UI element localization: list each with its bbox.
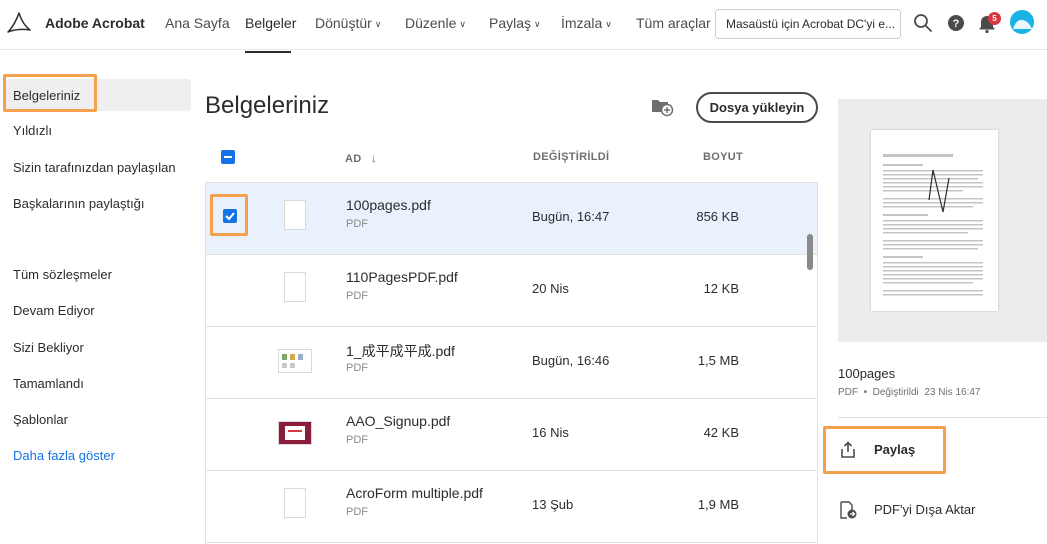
table-row[interactable]: AcroForm multiple.pdf PDF 13 Şub 1,9 MB (206, 471, 817, 543)
file-size: 12 KB (703, 281, 739, 296)
adobe-acrobat-logo-icon[interactable] (6, 10, 32, 36)
table-row[interactable]: AAO_Signup.pdf PDF 16 Nis 42 KB (206, 399, 817, 471)
sidebar-item-all-agreements[interactable]: Tüm sözleşmeler (13, 267, 112, 282)
sidebar-item-shared-by-others[interactable]: Başkalarının paylaştığı (13, 196, 145, 211)
file-modified: 20 Nis (532, 281, 569, 296)
file-name[interactable]: 110PagesPDF.pdf (346, 269, 458, 285)
help-icon[interactable]: ? (945, 12, 967, 34)
file-type: PDF (346, 362, 368, 374)
checkbox-highlight-box (210, 194, 248, 236)
avatar[interactable] (1010, 10, 1034, 34)
export-pdf-action-label: PDF'yi Dışa Aktar (874, 502, 976, 517)
file-type: PDF (346, 506, 368, 518)
nav-documents[interactable]: Belgeler (245, 15, 296, 31)
file-size: 856 KB (696, 209, 739, 224)
file-name[interactable]: AcroForm multiple.pdf (346, 485, 483, 501)
file-thumbnail (284, 488, 306, 518)
file-name[interactable]: 1_成平成平成.pdf (346, 341, 455, 361)
file-thumbnail (284, 200, 306, 230)
column-header-name[interactable]: AD ↓ (345, 151, 377, 165)
selected-document-meta: PDF • Değiştirildi 23 Nis 16:47 (838, 387, 981, 398)
file-type: PDF (346, 218, 368, 230)
column-header-size[interactable]: BOYUT (703, 151, 743, 163)
nav-share[interactable]: Paylaş ∨ (489, 15, 541, 31)
file-size: 42 KB (703, 425, 739, 440)
column-header-modified[interactable]: DEĞİŞTİRİLDİ (533, 151, 609, 163)
table-row[interactable]: 110PagesPDF.pdf PDF 20 Nis 12 KB (206, 255, 817, 327)
brand-name[interactable]: Adobe Acrobat (45, 15, 145, 31)
preview-page-lines (883, 154, 983, 296)
details-divider (838, 417, 1047, 418)
chevron-down-icon: ∨ (374, 19, 382, 29)
file-type: PDF (346, 434, 368, 446)
export-pdf-icon (840, 501, 857, 519)
sidebar-highlight-box (3, 74, 97, 112)
file-modified: 16 Nis (532, 425, 569, 440)
file-modified: Bugün, 16:46 (532, 353, 610, 368)
upload-file-button[interactable]: Dosya yükleyin (696, 92, 818, 123)
chevron-down-icon: ∨ (459, 19, 466, 29)
document-preview-page (871, 130, 998, 311)
sidebar-item-waiting-for-you[interactable]: Sizi Bekliyor (13, 340, 84, 355)
nav-all-tools[interactable]: Tüm araçlar (636, 15, 711, 31)
sidebar-item-completed[interactable]: Tamamlandı (13, 376, 84, 391)
show-more-link[interactable]: Daha fazla göster (13, 448, 115, 463)
file-table: 100pages.pdf PDF Bugün, 16:47 856 KB 110… (205, 182, 818, 544)
file-modified: Bugün, 16:47 (532, 209, 610, 224)
notification-badge: 5 (988, 12, 1001, 25)
file-name[interactable]: 100pages.pdf (346, 197, 431, 213)
share-highlight-box (823, 426, 946, 474)
file-thumbnail (278, 421, 312, 445)
file-size: 1,9 MB (697, 497, 739, 512)
selected-document-title: 100pages (838, 366, 896, 381)
select-all-checkbox[interactable] (221, 150, 235, 164)
nav-sign[interactable]: İmzala ∨ (561, 15, 612, 31)
sidebar: Belgeleriniz Yıldızlı Sizin tarafınızdan… (0, 55, 195, 544)
sidebar-item-shared-by-you[interactable]: Sizin tarafınızdan paylaşılan (13, 160, 176, 175)
nav-home[interactable]: Ana Sayfa (165, 15, 230, 31)
new-folder-icon[interactable] (650, 95, 674, 117)
svg-text:?: ? (953, 18, 960, 30)
page-title: Belgeleriniz (205, 92, 330, 119)
chevron-down-icon: ∨ (534, 19, 541, 29)
file-modified: 13 Şub (532, 497, 574, 512)
file-thumbnail (278, 349, 312, 373)
nav-edit[interactable]: Düzenle ∨ (405, 15, 466, 31)
table-row[interactable]: 100pages.pdf PDF Bugün, 16:47 856 KB (206, 183, 817, 255)
desktop-app-button[interactable]: Masaüstü için Acrobat DC'yi e... (715, 9, 901, 39)
chevron-down-icon: ∨ (605, 19, 612, 29)
file-size: 1,5 MB (697, 353, 739, 368)
sidebar-item-templates[interactable]: Şablonlar (13, 412, 68, 427)
table-row[interactable]: 1_成平成平成.pdf PDF Bugün, 16:46 1,5 MB (206, 327, 817, 399)
top-bar: Adobe Acrobat Ana Sayfa Belgeler Dönüştü… (0, 0, 1047, 53)
file-type: PDF (346, 290, 368, 302)
table-scrollbar[interactable] (807, 234, 813, 270)
sort-arrow-icon: ↓ (370, 151, 378, 165)
search-icon[interactable] (912, 12, 934, 34)
sidebar-item-in-progress[interactable]: Devam Ediyor (13, 303, 95, 318)
nav-active-indicator (245, 51, 291, 53)
avatar-cloud-icon (1013, 19, 1032, 29)
file-thumbnail (284, 272, 306, 302)
sidebar-item-starred[interactable]: Yıldızlı (13, 123, 52, 138)
nav-convert[interactable]: Dönüştür ∨ (315, 15, 381, 31)
file-name[interactable]: AAO_Signup.pdf (346, 413, 450, 429)
